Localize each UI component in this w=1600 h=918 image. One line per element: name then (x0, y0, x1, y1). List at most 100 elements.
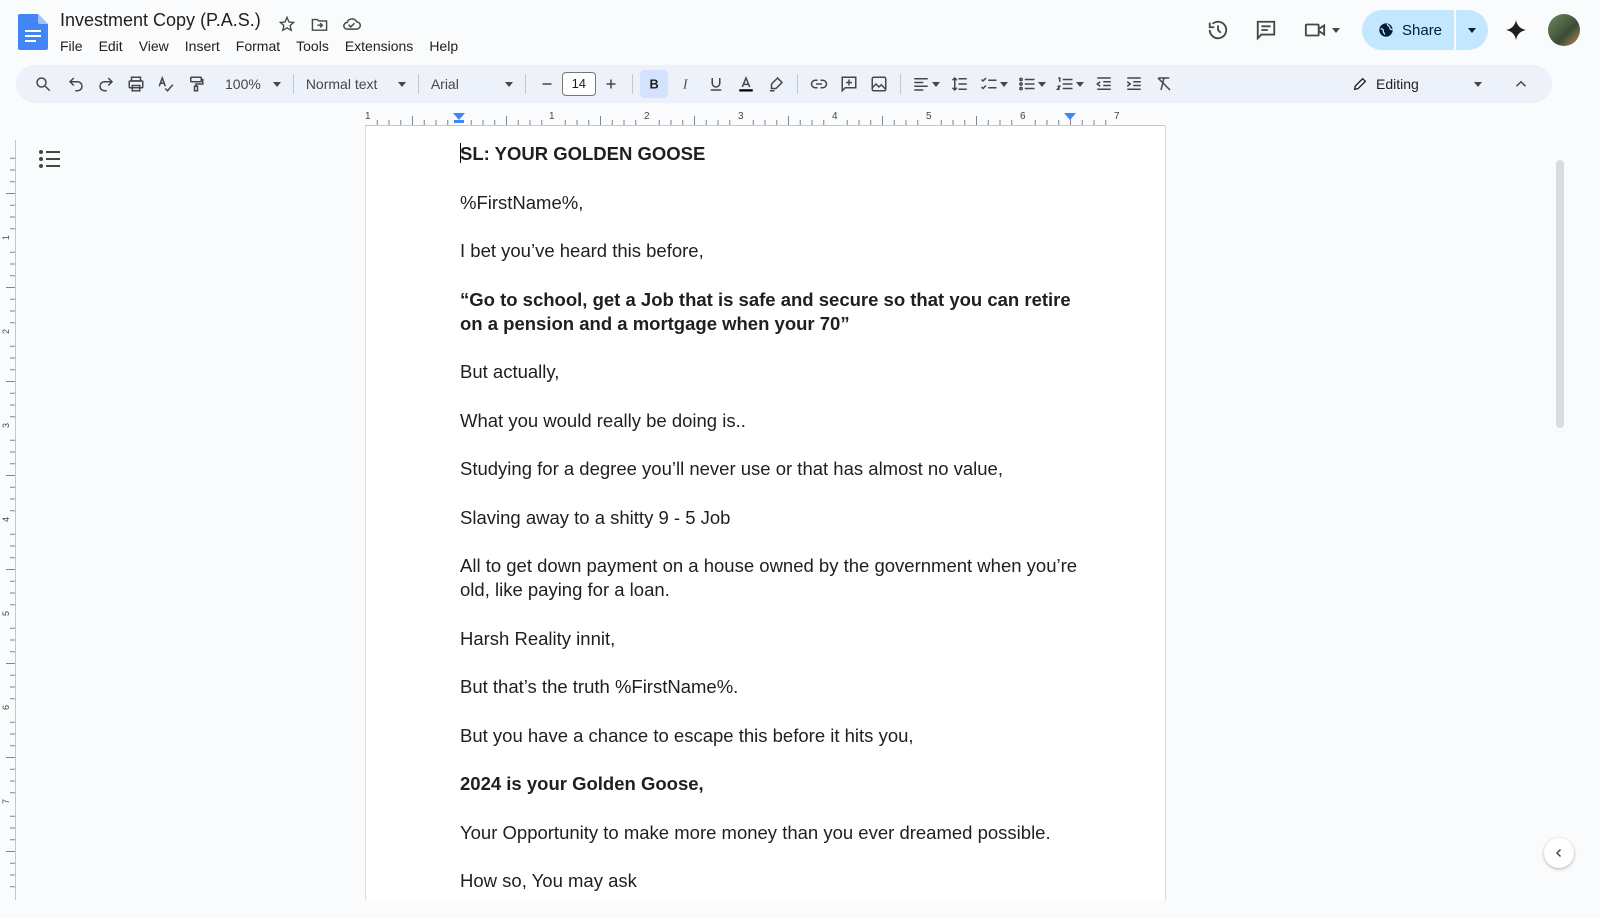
paragraph-style-select[interactable]: Normal text (300, 70, 412, 98)
document-paragraph[interactable]: But you have a chance to escape this bef… (460, 724, 1080, 748)
ruler-label: 2 (644, 111, 650, 122)
version-history-icon[interactable] (1198, 10, 1238, 50)
vertical-scrollbar[interactable] (1556, 160, 1564, 428)
redo-icon[interactable] (92, 70, 120, 98)
spellcheck-icon[interactable] (152, 70, 180, 98)
menu-help[interactable]: Help (421, 36, 466, 56)
document-paragraph[interactable]: Studying for a degree you’ll never use o… (460, 457, 1080, 481)
docs-logo-icon[interactable] (18, 14, 48, 50)
editing-mode-label: Editing (1376, 76, 1419, 92)
ruler-label: 5 (926, 111, 932, 122)
italic-icon[interactable]: I (672, 70, 700, 98)
horizontal-ruler[interactable]: 1 1 2 3 4 5 6 7 (365, 110, 1165, 126)
document-paragraph[interactable]: But actually, (460, 360, 1080, 384)
align-left-icon[interactable] (908, 70, 944, 98)
increase-indent-icon[interactable] (1120, 70, 1148, 98)
decrease-indent-icon[interactable] (1090, 70, 1118, 98)
ruler-label: 3 (738, 111, 744, 122)
document-paragraph[interactable]: 2024 is your Golden Goose, (460, 772, 1080, 796)
insert-image-icon[interactable] (865, 70, 893, 98)
ruler-label: 5 (1, 611, 11, 616)
move-folder-icon[interactable] (308, 13, 330, 35)
gemini-sparkle-icon[interactable] (1496, 10, 1536, 50)
divider (631, 74, 633, 94)
zoom-select[interactable]: 100% (219, 70, 287, 98)
document-paragraph[interactable]: Your Opportunity to make more money than… (460, 821, 1080, 845)
underline-icon[interactable] (702, 70, 730, 98)
menu-edit[interactable]: Edit (91, 36, 131, 56)
ruler-label: 3 (1, 423, 11, 428)
ruler-label: 6 (1, 705, 11, 710)
chevron-down-icon (1037, 81, 1046, 87)
ruler-label: 4 (832, 111, 838, 122)
document-paragraph[interactable]: All to get down payment on a house owned… (460, 554, 1080, 602)
paragraph-text: But actually, (460, 361, 560, 382)
line-spacing-icon[interactable] (946, 70, 974, 98)
document-title[interactable]: Investment Copy (P.A.S.) (60, 10, 261, 31)
hide-menus-chevron-up-icon[interactable] (1507, 70, 1535, 98)
bold-icon[interactable]: B (639, 70, 668, 98)
document-paragraph[interactable]: “Go to school, get a Job that is safe an… (460, 288, 1080, 336)
menu-insert[interactable]: Insert (177, 36, 228, 56)
numbered-list-icon[interactable] (1052, 70, 1088, 98)
increase-font-size-icon[interactable] (597, 70, 625, 98)
search-menus-icon[interactable] (29, 70, 57, 98)
menu-extensions[interactable]: Extensions (337, 36, 421, 56)
divider (796, 74, 798, 94)
print-icon[interactable] (122, 70, 150, 98)
ruler-label: 7 (1114, 111, 1120, 122)
document-paragraph[interactable]: Slaving away to a shitty 9 - 5 Job (460, 506, 1080, 530)
menu-view[interactable]: View (131, 36, 177, 56)
pencil-icon (1353, 77, 1367, 91)
text-color-icon[interactable] (732, 70, 760, 98)
document-paragraph[interactable]: I bet you’ve heard this before, (460, 239, 1080, 263)
document-page[interactable]: SL: YOUR GOLDEN GOOSE %FirstName%, I bet y… (365, 126, 1166, 900)
menu-file[interactable]: File (52, 36, 91, 56)
insert-link-icon[interactable] (805, 70, 833, 98)
document-outline-icon[interactable] (38, 148, 62, 170)
editing-mode-select[interactable]: Editing (1352, 76, 1482, 92)
decrease-font-size-icon[interactable] (533, 70, 561, 98)
comments-icon[interactable] (1246, 10, 1286, 50)
document-paragraph[interactable]: What you would really be doing is.. (460, 409, 1080, 433)
checklist-icon[interactable] (976, 70, 1012, 98)
side-panel-toggle[interactable] (1544, 838, 1574, 868)
account-avatar[interactable] (1548, 14, 1580, 46)
menu-tools[interactable]: Tools (288, 36, 337, 56)
menu-bar: File Edit View Insert Format Tools Exten… (52, 36, 466, 56)
bulleted-list-icon[interactable] (1014, 70, 1050, 98)
star-icon[interactable] (276, 13, 298, 35)
divider (292, 74, 294, 94)
document-paragraph[interactable]: How so, You may ask (460, 869, 1080, 893)
ruler-label: 1 (365, 111, 371, 122)
chevron-down-icon (397, 81, 406, 87)
svg-text:B: B (649, 77, 658, 92)
font-size-input[interactable]: 14 (561, 72, 596, 96)
chevron-down-icon (999, 81, 1008, 87)
document-paragraph[interactable]: %FirstName%, (460, 191, 1080, 215)
clear-formatting-icon[interactable] (1150, 70, 1178, 98)
undo-icon[interactable] (62, 70, 90, 98)
paint-format-icon[interactable] (182, 70, 210, 98)
font-select[interactable]: Arial (425, 70, 519, 98)
meet-video-icon[interactable] (1294, 10, 1350, 50)
share-label: Share (1402, 21, 1443, 39)
add-comment-icon[interactable] (835, 70, 863, 98)
paragraph-text: All to get down payment on a house owned… (460, 555, 1078, 600)
document-paragraph[interactable]: SL: YOUR GOLDEN GOOSE (460, 142, 1080, 166)
chevron-down-icon (1075, 81, 1084, 87)
highlight-color-icon[interactable] (762, 70, 790, 98)
document-paragraph[interactable]: But that’s the truth %FirstName%. (460, 675, 1080, 699)
first-line-indent-marker[interactable] (454, 120, 464, 123)
chevron-left-icon (1555, 848, 1562, 858)
share-options-button[interactable] (1456, 10, 1488, 50)
document-paragraph[interactable]: Harsh Reality innit, (460, 627, 1080, 651)
share-button[interactable]: Share (1362, 10, 1454, 50)
document-body[interactable]: SL: YOUR GOLDEN GOOSE %FirstName%, I bet y… (460, 142, 1080, 918)
paragraph-text: But that’s the truth %FirstName%. (460, 676, 739, 697)
vertical-ruler[interactable]: 1 2 3 4 5 6 7 (0, 140, 16, 900)
cloud-saved-icon[interactable] (340, 13, 362, 35)
formatting-toolbar: 100% Normal text Arial 14 B I Editing (16, 65, 1552, 103)
menu-format[interactable]: Format (228, 36, 288, 56)
divider (899, 74, 901, 94)
